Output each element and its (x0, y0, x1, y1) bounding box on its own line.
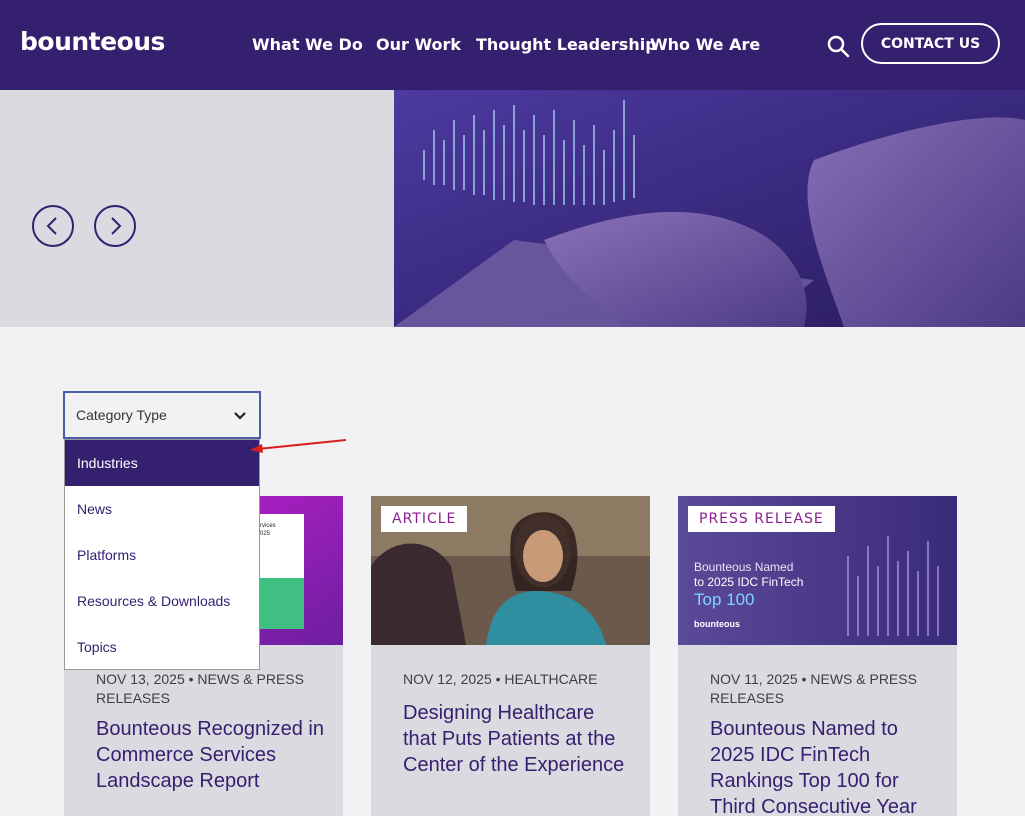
hero-image (394, 90, 1025, 327)
dropdown-option-resources[interactable]: Resources & Downloads (65, 578, 259, 624)
thumb-text: to 2025 IDC FinTech (694, 575, 804, 589)
thumb-text: Bounteous Named (694, 560, 794, 574)
card-thumbnail: ARTICLE (371, 496, 650, 645)
nav-what-we-do[interactable]: What We Do (252, 35, 363, 54)
dropdown-option-industries[interactable]: Industries (65, 440, 259, 486)
chevron-down-icon (234, 412, 246, 420)
dropdown-option-topics[interactable]: Topics (65, 624, 259, 670)
site-logo[interactable]: bounteous (20, 27, 165, 56)
contact-us-button[interactable]: CONTACT US (861, 23, 1000, 64)
article-card[interactable]: PRESS RELEASE Bounteous Named to 2025 ID… (678, 496, 957, 816)
card-tag: PRESS RELEASE (688, 506, 835, 532)
annotation-arrow-icon (250, 439, 347, 453)
card-meta: NOV 11, 2025 • NEWS & PRESS RELEASES (710, 671, 917, 706)
article-card[interactable]: ARTICLE NOV 12, 2025 • HEALTHCARE Design… (371, 496, 650, 816)
card-title[interactable]: Designing Healthcare that Puts Patients … (403, 700, 633, 778)
card-title[interactable]: Bounteous Named to 2025 IDC FinTech Rank… (710, 716, 940, 816)
carousel-next-button[interactable] (94, 205, 136, 247)
nav-thought-leadership[interactable]: Thought Leadership (476, 35, 657, 54)
nav-who-we-are[interactable]: Who We Are (650, 35, 760, 54)
card-meta: NOV 12, 2025 • HEALTHCARE (403, 671, 598, 687)
thumb-text: bounteous (694, 619, 740, 629)
carousel-prev-button[interactable] (32, 205, 74, 247)
category-type-select[interactable]: Category Type (63, 391, 261, 439)
search-icon[interactable] (826, 34, 850, 58)
card-tag: ARTICLE (381, 506, 468, 532)
thumb-text: Top 100 (694, 590, 755, 609)
thumb-text: rvices (260, 523, 276, 529)
dropdown-option-platforms[interactable]: Platforms (65, 532, 259, 578)
category-dropdown-list: Industries News Platforms Resources & Do… (64, 439, 260, 670)
thumb-text: 025 (260, 531, 271, 537)
category-type-label: Category Type (76, 407, 167, 423)
card-meta: NOV 13, 2025 • NEWS & PRESS RELEASES (96, 671, 304, 706)
card-title[interactable]: Bounteous Recognized in Commerce Service… (96, 716, 326, 794)
chevron-left-icon (46, 217, 57, 235)
card-thumbnail: PRESS RELEASE Bounteous Named to 2025 ID… (678, 496, 957, 645)
site-header: bounteous What We Do Our Work Thought Le… (0, 0, 1025, 90)
chevron-right-icon (111, 217, 122, 235)
nav-our-work[interactable]: Our Work (376, 35, 461, 54)
dropdown-option-news[interactable]: News (65, 486, 259, 532)
